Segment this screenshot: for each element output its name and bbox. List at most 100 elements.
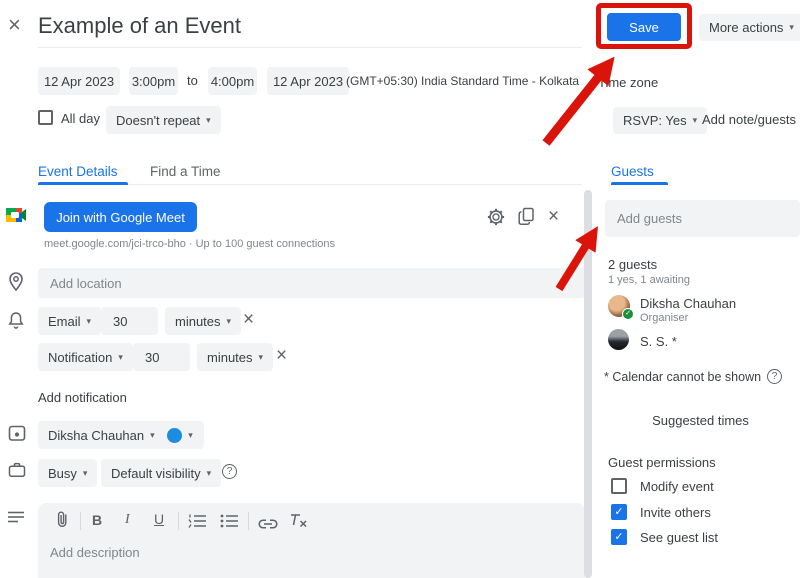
active-tab-underline bbox=[38, 182, 128, 185]
location-pin-icon bbox=[8, 272, 24, 297]
description-box[interactable] bbox=[38, 503, 585, 578]
start-date-chip[interactable]: 12 Apr 2023 bbox=[38, 67, 120, 95]
chevron-down-icon: ▾ bbox=[259, 353, 264, 362]
timezone-value[interactable]: (GMT+05:30) India Standard Time - Kolkat… bbox=[346, 74, 579, 88]
join-meet-button[interactable]: Join with Google Meet bbox=[44, 202, 197, 232]
check-icon: ✓ bbox=[614, 507, 623, 518]
tab-event-details[interactable]: Event Details bbox=[38, 164, 118, 179]
event-color-dropdown[interactable]: ▾ bbox=[156, 421, 204, 449]
accepted-check-badge: ✓ bbox=[622, 308, 634, 320]
timezone-label[interactable]: Time zone bbox=[598, 75, 658, 90]
remove-notification-icon[interactable]: × bbox=[276, 346, 287, 365]
notification-unit-dropdown[interactable]: minutes ▾ bbox=[165, 307, 241, 335]
notification-minutes-input[interactable] bbox=[101, 307, 158, 335]
visibility-dropdown[interactable]: Default visibility ▾ bbox=[101, 459, 221, 487]
checkbox-invite-others[interactable]: ✓ bbox=[611, 504, 627, 520]
busy-status-value: Busy bbox=[48, 466, 77, 481]
remove-notification-icon[interactable]: × bbox=[243, 310, 254, 329]
permission-label: See guest list bbox=[640, 530, 718, 545]
google-meet-icon bbox=[5, 206, 27, 229]
end-time-chip[interactable]: 4:00pm bbox=[208, 67, 257, 95]
repeat-dropdown[interactable]: Doesn't repeat ▾ bbox=[106, 106, 221, 134]
event-color-swatch bbox=[167, 428, 182, 443]
italic-button[interactable]: I bbox=[125, 512, 130, 528]
close-icon[interactable]: × bbox=[8, 14, 21, 36]
clear-formatting-icon[interactable] bbox=[290, 513, 307, 532]
busy-status-dropdown[interactable]: Busy ▾ bbox=[38, 459, 97, 487]
scrollbar[interactable] bbox=[584, 190, 592, 578]
toolbar-divider bbox=[248, 512, 249, 530]
notification-method-dropdown[interactable]: Notification ▾ bbox=[38, 343, 133, 371]
guest-permissions-title: Guest permissions bbox=[608, 455, 716, 470]
note-help-icon[interactable]: ? bbox=[767, 369, 782, 384]
event-edit-page: × Example of an Event Save More actions … bbox=[0, 0, 800, 578]
add-guests-input[interactable] bbox=[605, 200, 800, 237]
notification-bell-icon bbox=[8, 311, 24, 335]
avatar bbox=[608, 329, 629, 350]
bulleted-list-icon[interactable] bbox=[220, 514, 238, 533]
end-date-chip[interactable]: 12 Apr 2023 bbox=[267, 67, 349, 95]
guest-name: Diksha Chauhan bbox=[640, 296, 736, 311]
to-label: to bbox=[187, 73, 198, 88]
attachment-icon[interactable] bbox=[56, 510, 68, 534]
more-actions-label: More actions bbox=[709, 20, 783, 35]
checkbox-see-guest-list[interactable]: ✓ bbox=[611, 529, 627, 545]
permission-label: Modify event bbox=[640, 479, 714, 494]
checkbox-modify-event[interactable]: ✓ bbox=[611, 478, 627, 494]
all-day-checkbox[interactable]: ✓ bbox=[38, 110, 53, 125]
meet-link-info: meet.google.com/jci-trco-bho · Up to 100… bbox=[44, 238, 335, 250]
guests-tab-underline bbox=[611, 182, 668, 185]
add-note-guests-link[interactable]: Add note/guests bbox=[702, 112, 796, 127]
chevron-down-icon: ▾ bbox=[207, 469, 212, 478]
notification-minutes-input[interactable] bbox=[133, 343, 190, 371]
meet-settings-gear-icon[interactable] bbox=[487, 208, 505, 231]
chevron-down-icon: ▾ bbox=[150, 431, 155, 440]
page-title: Example of an Event bbox=[38, 13, 241, 39]
description-icon bbox=[8, 511, 24, 529]
save-button[interactable]: Save bbox=[607, 13, 681, 41]
busy-briefcase-icon bbox=[8, 462, 26, 483]
bold-button[interactable]: B bbox=[92, 512, 102, 528]
calendar-owner-dropdown[interactable]: Diksha Chauhan ▾ bbox=[38, 421, 165, 449]
notification-unit-value: minutes bbox=[175, 314, 221, 329]
rsvp-dropdown[interactable]: RSVP: Yes ▾ bbox=[613, 107, 707, 134]
description-placeholder[interactable]: Add description bbox=[50, 545, 140, 560]
toolbar-divider bbox=[178, 512, 179, 530]
notification-method-value: Email bbox=[48, 314, 81, 329]
rsvp-value: RSVP: Yes bbox=[623, 113, 687, 128]
title-underline bbox=[38, 47, 582, 48]
chevron-down-icon: ▾ bbox=[227, 317, 232, 326]
suggested-times-link[interactable]: Suggested times bbox=[608, 413, 793, 428]
all-day-label: All day bbox=[61, 111, 100, 126]
calendar-owner-value: Diksha Chauhan bbox=[48, 428, 144, 443]
underline-button[interactable]: U bbox=[154, 511, 164, 527]
copy-meet-link-icon[interactable] bbox=[518, 207, 535, 231]
calendar-note: * Calendar cannot be shown ? bbox=[604, 369, 782, 384]
numbered-list-icon[interactable] bbox=[188, 514, 206, 533]
guest-role: Organiser bbox=[640, 312, 688, 324]
calendar-note-text: * Calendar cannot be shown bbox=[604, 370, 761, 384]
notification-unit-value: minutes bbox=[207, 350, 253, 365]
chevron-down-icon: ▾ bbox=[206, 116, 211, 125]
more-actions-button[interactable]: More actions ▾ bbox=[699, 14, 800, 41]
visibility-help-icon[interactable]: ? bbox=[222, 464, 237, 479]
tab-guests[interactable]: Guests bbox=[611, 164, 654, 179]
notification-method-dropdown[interactable]: Email ▾ bbox=[38, 307, 101, 335]
guest-name: S. S. * bbox=[640, 334, 677, 349]
insert-link-icon[interactable] bbox=[258, 516, 278, 534]
add-notification-link[interactable]: Add notification bbox=[38, 390, 127, 405]
tab-find-a-time[interactable]: Find a Time bbox=[150, 164, 221, 179]
remove-meet-icon[interactable]: × bbox=[548, 207, 559, 226]
chevron-down-icon: ▾ bbox=[789, 23, 794, 32]
location-input[interactable] bbox=[38, 268, 585, 298]
check-icon: ✓ bbox=[614, 532, 623, 543]
notification-unit-dropdown[interactable]: minutes ▾ bbox=[197, 343, 273, 371]
chevron-down-icon: ▾ bbox=[693, 116, 698, 125]
chevron-down-icon: ▾ bbox=[188, 431, 193, 440]
guest-count: 2 guests bbox=[608, 257, 657, 272]
start-time-chip[interactable]: 3:00pm bbox=[129, 67, 178, 95]
visibility-value: Default visibility bbox=[111, 466, 201, 481]
permission-label: Invite others bbox=[640, 505, 711, 520]
repeat-value: Doesn't repeat bbox=[116, 113, 200, 128]
chevron-down-icon: ▾ bbox=[83, 469, 88, 478]
